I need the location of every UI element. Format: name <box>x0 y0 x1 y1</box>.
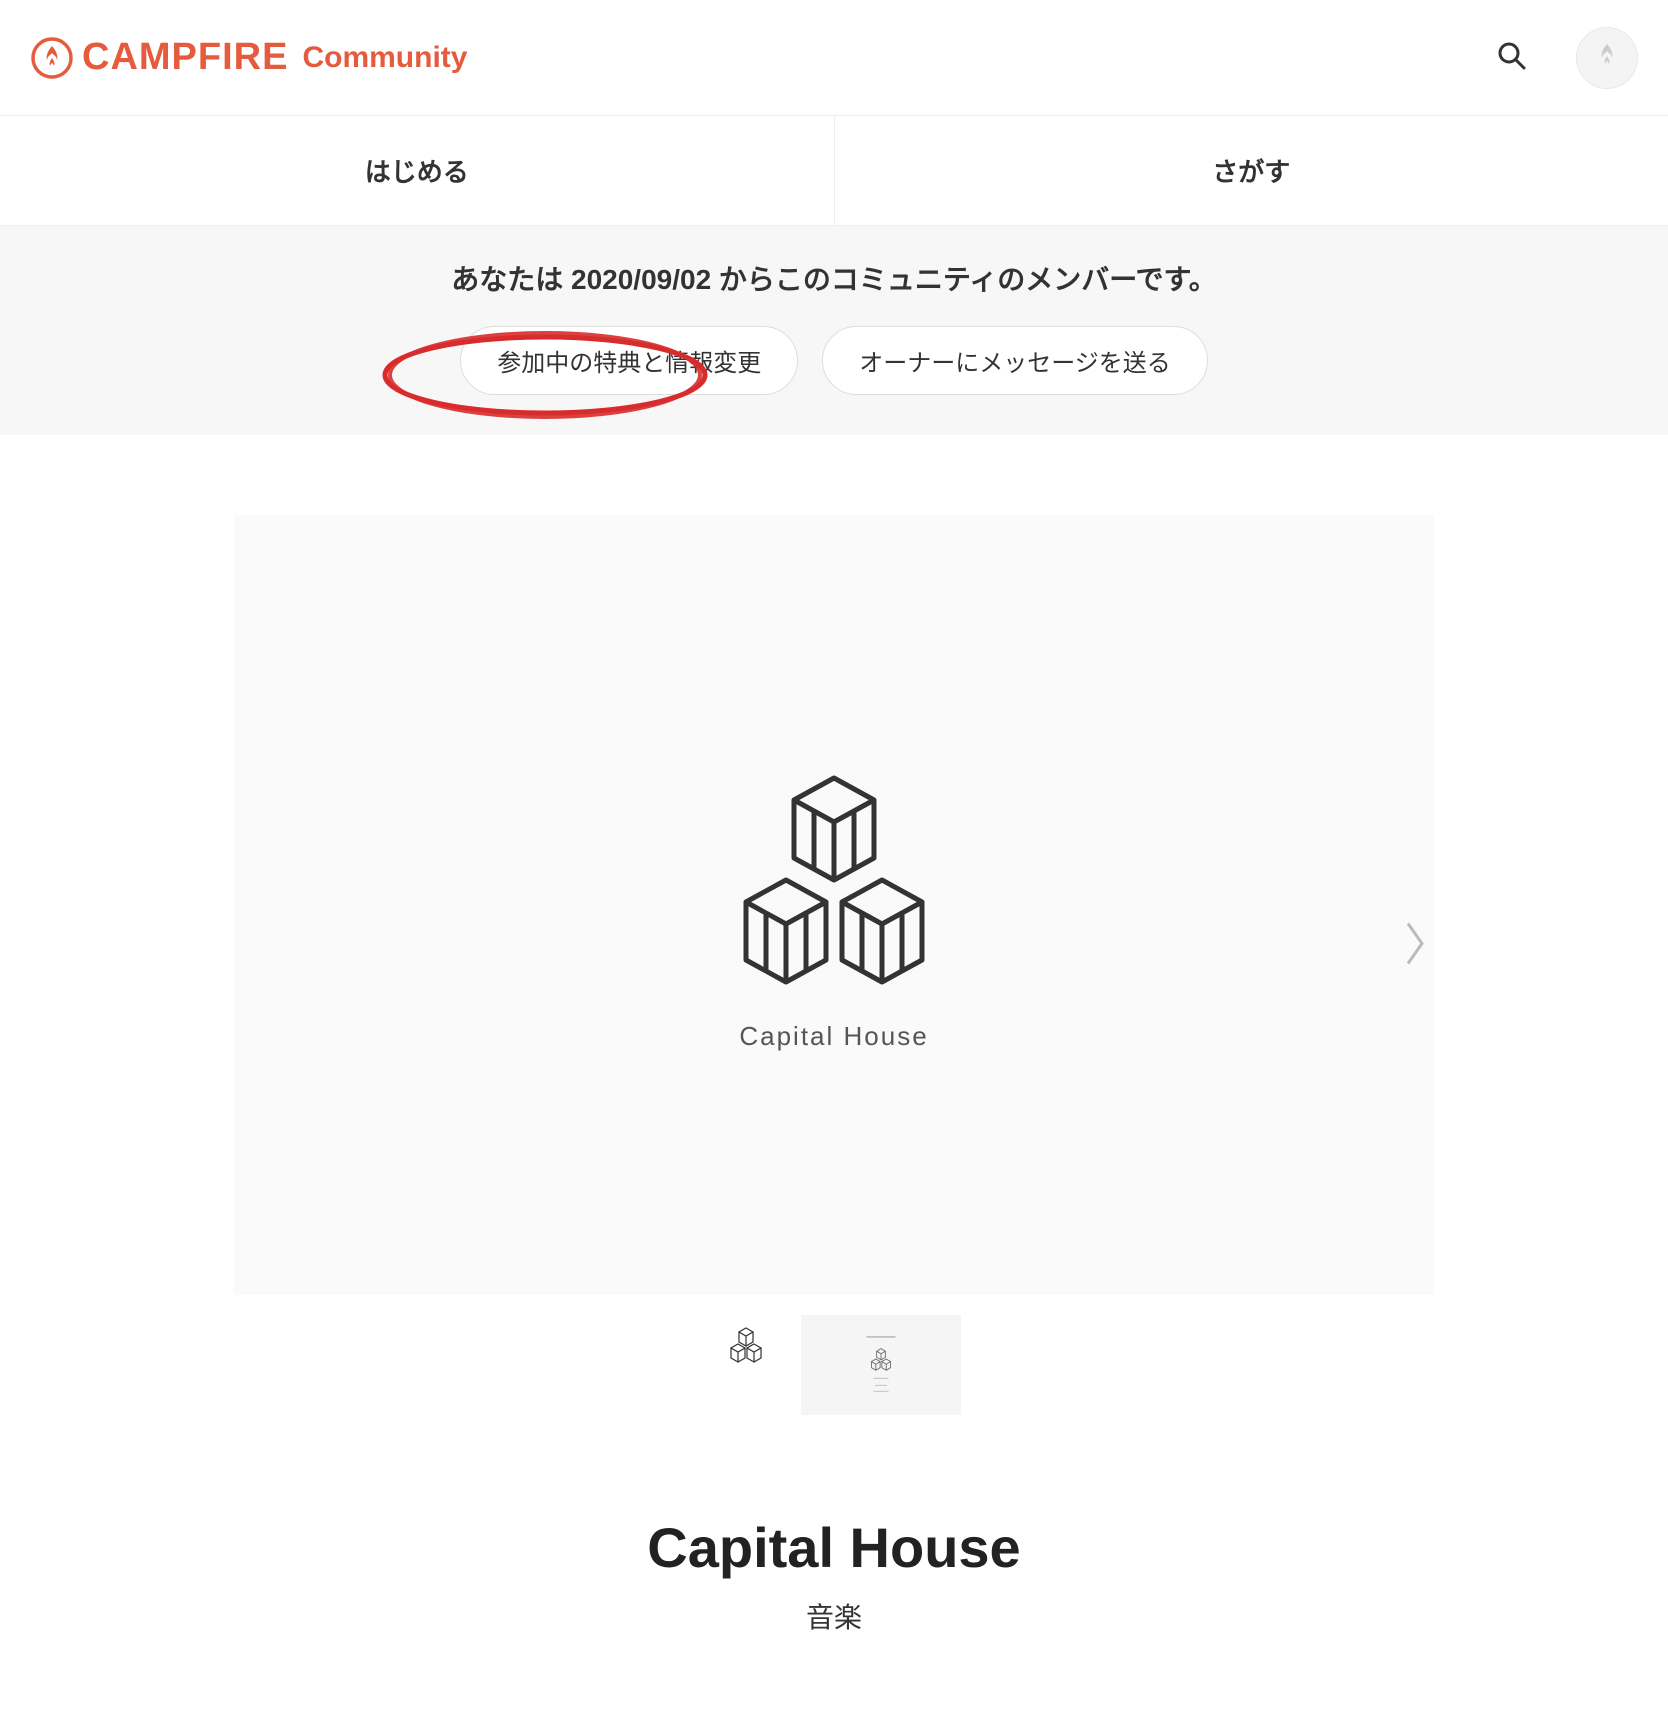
page-category: 音楽 <box>0 1596 1668 1636</box>
brand-name-main: CAMPFIRE <box>82 36 288 79</box>
tab-search[interactable]: さがす <box>835 116 1668 225</box>
member-status-text: あなたは 2020/09/02 からこのコミュニティのメンバーです。 <box>20 258 1648 298</box>
tab-start[interactable]: はじめる <box>0 116 835 225</box>
rewards-button[interactable]: 参加中の特典と情報変更 <box>460 326 798 395</box>
thumbnail-2[interactable]: ━━━━━━━━ ━━━━━━━━━━━━━━ <box>801 1315 961 1415</box>
search-icon <box>1496 60 1528 75</box>
carousel-next-button[interactable] <box>1380 900 1448 991</box>
carousel-slide: Capital House <box>234 515 1434 1295</box>
community-logo-image: Capital House <box>714 758 954 1052</box>
thumbnail-2-text: ━━━━━━━━ <box>867 1334 896 1342</box>
flame-icon <box>30 36 74 80</box>
cubes-icon <box>714 758 954 998</box>
member-status-banner: あなたは 2020/09/02 からこのコミュニティのメンバーです。 参加中の特… <box>0 226 1668 435</box>
site-header: CAMPFIRE Community <box>0 0 1668 116</box>
header-actions <box>1488 27 1638 89</box>
brand-name-sub: Community <box>302 41 467 75</box>
page-title: Capital House <box>0 1515 1668 1580</box>
thumbnail-2-lines: ━━━━━━━━━━━━━━ <box>873 1376 888 1396</box>
cubes-icon <box>868 1346 894 1372</box>
carousel-logo-caption: Capital House <box>714 1021 954 1052</box>
flame-avatar-icon <box>1593 41 1621 74</box>
carousel-thumbnails: ━━━━━━━━ ━━━━━━━━━━━━━━ <box>0 1315 1668 1415</box>
main-nav: はじめる さがす <box>0 116 1668 226</box>
cubes-icon <box>726 1324 766 1364</box>
chevron-right-icon <box>1400 956 1428 971</box>
image-carousel: Capital House ━━━━━━━━ <box>0 435 1668 1455</box>
banner-button-group: 参加中の特典と情報変更 オーナーにメッセージを送る <box>20 326 1648 395</box>
thumbnail-1[interactable] <box>707 1315 785 1373</box>
brand-logo[interactable]: CAMPFIRE Community <box>30 36 467 80</box>
search-button[interactable] <box>1488 32 1536 83</box>
user-avatar[interactable] <box>1576 27 1638 89</box>
message-owner-button[interactable]: オーナーにメッセージを送る <box>822 326 1208 395</box>
